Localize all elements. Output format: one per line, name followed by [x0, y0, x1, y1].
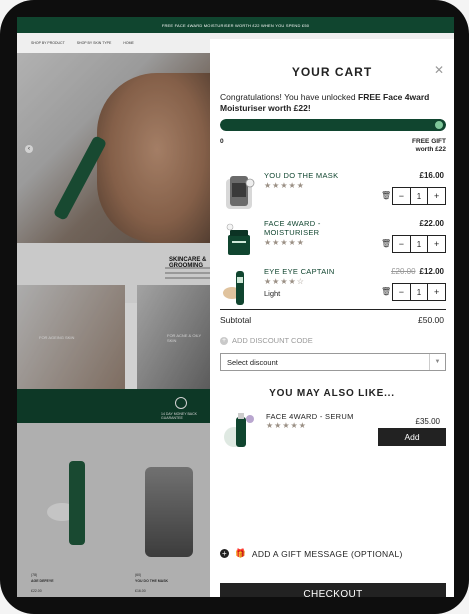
close-icon[interactable]: ✕ — [434, 63, 444, 77]
plus-icon: + — [220, 336, 228, 345]
plus-icon: + — [220, 549, 229, 558]
upsell-thumbnail[interactable] — [222, 411, 258, 451]
congrats-text: Congratulations! You have unlocked — [220, 92, 358, 102]
cart-title: YOUR CART — [291, 65, 373, 79]
old-price: £20.00 — [391, 267, 416, 276]
rating-stars: ★★★★★ — [264, 238, 305, 247]
cart-item: FACE 4WARD - MOISTURISER ★★★★★ £22.00 🗑 … — [210, 219, 454, 265]
discount-label: ADD DISCOUNT CODE — [232, 336, 313, 345]
quantity-stepper: − 1 + — [392, 283, 446, 301]
promo-banner: FREE FACE 4WARD MOISTURISER WORTH £22 WH… — [17, 17, 454, 33]
divider — [220, 309, 446, 310]
decrease-button[interactable]: − — [393, 284, 410, 300]
discount-select[interactable]: Select discount ▼ — [220, 353, 446, 371]
decrease-button[interactable]: − — [393, 236, 410, 252]
nav-item-shop-by-product[interactable]: SHOP BY PRODUCT — [31, 41, 65, 45]
quantity-stepper: − 1 + — [392, 235, 446, 253]
product-thumbnail[interactable] — [220, 173, 258, 211]
increase-button[interactable]: + — [428, 188, 445, 204]
current-price: £12.00 — [419, 267, 444, 276]
page-dim-overlay[interactable] — [17, 53, 217, 597]
nav-item-home[interactable]: HOME — [123, 41, 134, 45]
trash-icon[interactable]: 🗑 — [381, 191, 391, 200]
progress-start-label: 0 — [220, 138, 224, 145]
checkout-button[interactable]: CHECKOUT — [220, 583, 446, 597]
product-thumbnail[interactable] — [220, 269, 258, 307]
rating-stars: ★★★★☆ — [264, 277, 305, 286]
cart-item-price: £22.00 — [419, 219, 444, 228]
cart-item-price: £16.00 — [419, 171, 444, 180]
increase-button[interactable]: + — [428, 284, 445, 300]
decrease-button[interactable]: − — [393, 188, 410, 204]
gift-progress-fill — [220, 119, 446, 131]
trash-icon[interactable]: 🗑 — [381, 239, 391, 248]
rating-stars: ★★★★★ — [264, 181, 305, 190]
quantity-stepper: − 1 + — [392, 187, 446, 205]
add-to-cart-button[interactable]: Add — [378, 428, 446, 446]
cart-item-name[interactable]: EYE EYE CAPTAIN — [264, 267, 374, 276]
discount-select-value: Select discount — [227, 357, 278, 367]
subtotal-value: £50.00 — [418, 315, 444, 325]
cart-item-variant: Light — [264, 289, 281, 298]
upsell-price: £35.00 — [415, 417, 440, 426]
subtotal-label: Subtotal — [220, 315, 252, 325]
quantity-value[interactable]: 1 — [409, 284, 429, 300]
trash-icon[interactable]: 🗑 — [381, 287, 391, 296]
progress-end-label: FREE GIFT worth £22 — [412, 138, 446, 153]
rating-stars: ★★★★★ — [266, 421, 307, 430]
promo-banner-text: FREE FACE 4WARD MOISTURISER WORTH £22 WH… — [161, 22, 310, 28]
quantity-value[interactable]: 1 — [409, 236, 429, 252]
increase-button[interactable]: + — [428, 236, 445, 252]
gift-message-label: ADD A GIFT MESSAGE (OPTIONAL) — [251, 548, 403, 559]
nav-item-shop-by-skin-type[interactable]: SHOP BY SKIN TYPE — [77, 41, 112, 45]
quantity-value[interactable]: 1 — [409, 188, 429, 204]
cart-item: YOU DO THE MASK ★★★★★ £16.00 🗑 − 1 + — [210, 171, 454, 217]
add-discount-code[interactable]: + ADD DISCOUNT CODE — [220, 336, 313, 345]
gift-message-toggle[interactable]: + 🎁 ADD A GIFT MESSAGE (OPTIONAL) — [220, 548, 403, 559]
cart-item-price: £20.00 £12.00 — [391, 267, 444, 276]
cart-item-name[interactable]: FACE 4WARD - MOISTURISER — [264, 219, 374, 237]
free-gift-message: Congratulations! You have unlocked FREE … — [220, 92, 446, 114]
cart-item-name[interactable]: YOU DO THE MASK — [264, 171, 374, 180]
cart-item: EYE EYE CAPTAIN ★★★★☆ Light £20.00 £12.00… — [210, 267, 454, 313]
tablet-frame: FREE FACE 4WARD MOISTURISER WORTH £22 WH… — [0, 0, 469, 614]
progress-knob — [433, 119, 445, 131]
cart-drawer: YOUR CART ✕ Congratulations! You have un… — [210, 39, 454, 597]
screen: FREE FACE 4WARD MOISTURISER WORTH £22 WH… — [17, 17, 454, 597]
upsell-name[interactable]: FACE 4WARD - SERUM — [266, 412, 354, 421]
gift-icon: 🎁 — [235, 548, 246, 558]
gift-progress-bar — [220, 119, 446, 131]
product-thumbnail[interactable] — [220, 221, 258, 259]
chevron-down-icon: ▼ — [429, 354, 445, 370]
upsell-heading: YOU MAY ALSO LIKE... — [269, 388, 395, 399]
